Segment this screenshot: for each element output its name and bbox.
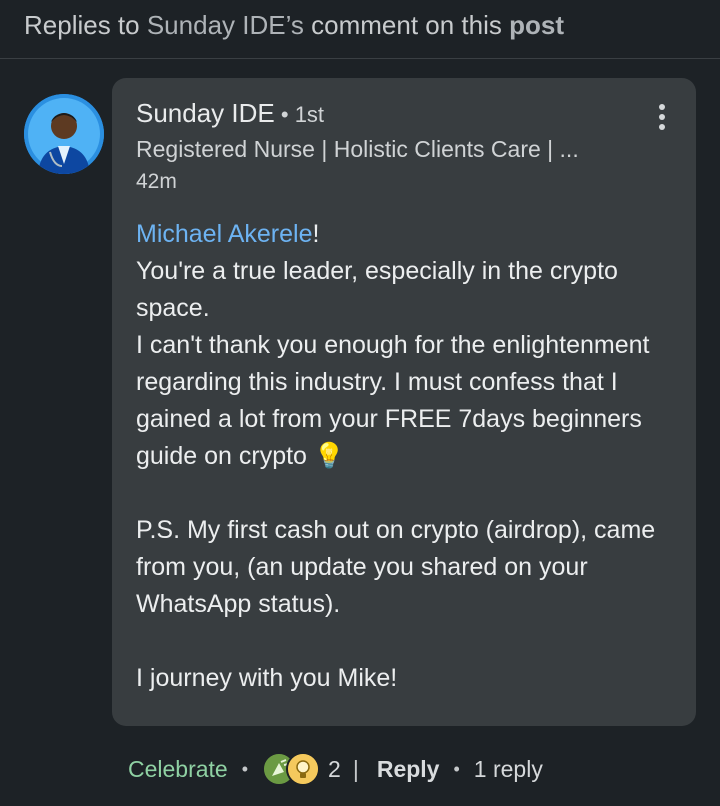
celebrate-button[interactable]: Celebrate [128,756,228,783]
comment-actions-bar: Celebrate • 2 | Reply • 1 reply [128,752,543,786]
comment-author-line: Sunday IDE • 1st [136,98,324,129]
action-dot-separator: • [453,758,460,779]
reply-button[interactable]: Reply [377,756,440,783]
reactions-summary[interactable] [262,752,321,786]
avatar[interactable] [24,94,104,174]
reaction-count[interactable]: 2 [328,756,341,783]
reply-count-link[interactable]: 1 reply [474,756,543,783]
comment-author-name[interactable]: Sunday IDE [136,98,275,128]
header-post-link[interactable]: post [509,10,564,40]
author-headline: Registered Nurse | Holistic Clients Care… [136,136,579,162]
mention-link[interactable]: Michael Akerele [136,220,312,248]
comment-timestamp: 42m [136,170,177,193]
comment-mention-line: Michael Akerele! [136,220,320,248]
more-vertical-icon[interactable] [658,104,666,132]
comment-ps-text: P.S. My first cash out on crypto (airdro… [136,516,656,618]
comment-bubble: Sunday IDE • 1st Registered Nurse | Holi… [112,78,696,726]
replies-header-title: Replies to Sunday IDE’s comment on this … [24,10,564,40]
connection-degree-separator: • [274,102,295,127]
connection-degree: 1st [294,102,325,127]
action-divider: | [352,755,359,782]
comment-body: Michael Akerele! You're a true leader, e… [136,216,684,697]
comment-text-line: You're a true leader, especially in the … [136,257,618,322]
replies-header: Replies to Sunday IDE’s comment on this … [0,0,720,59]
header-author-link[interactable]: Sunday IDE’s [147,10,304,40]
avatar-image [24,94,104,174]
comment-closing-text: I journey with you Mike! [136,664,398,692]
insightful-reaction-icon [286,752,321,786]
comment-text-line: I can't thank you enough for the enlight… [136,331,650,470]
action-dot-separator: • [241,758,249,779]
